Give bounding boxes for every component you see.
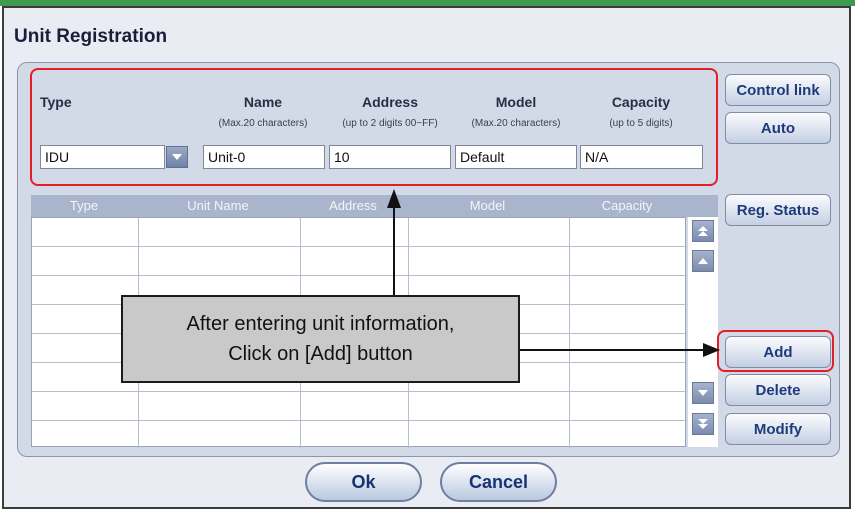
- arrow-right-head: [703, 343, 720, 357]
- cancel-button[interactable]: Cancel: [440, 462, 557, 502]
- annotation-arrows: [387, 189, 720, 357]
- annotation-callout: After entering unit information, Click o…: [121, 295, 520, 383]
- arrow-up-head: [387, 189, 401, 208]
- ok-button[interactable]: Ok: [305, 462, 422, 502]
- annotation-line-2: Click on [Add] button: [228, 343, 413, 365]
- annotation-line-1: After entering unit information,: [186, 313, 455, 335]
